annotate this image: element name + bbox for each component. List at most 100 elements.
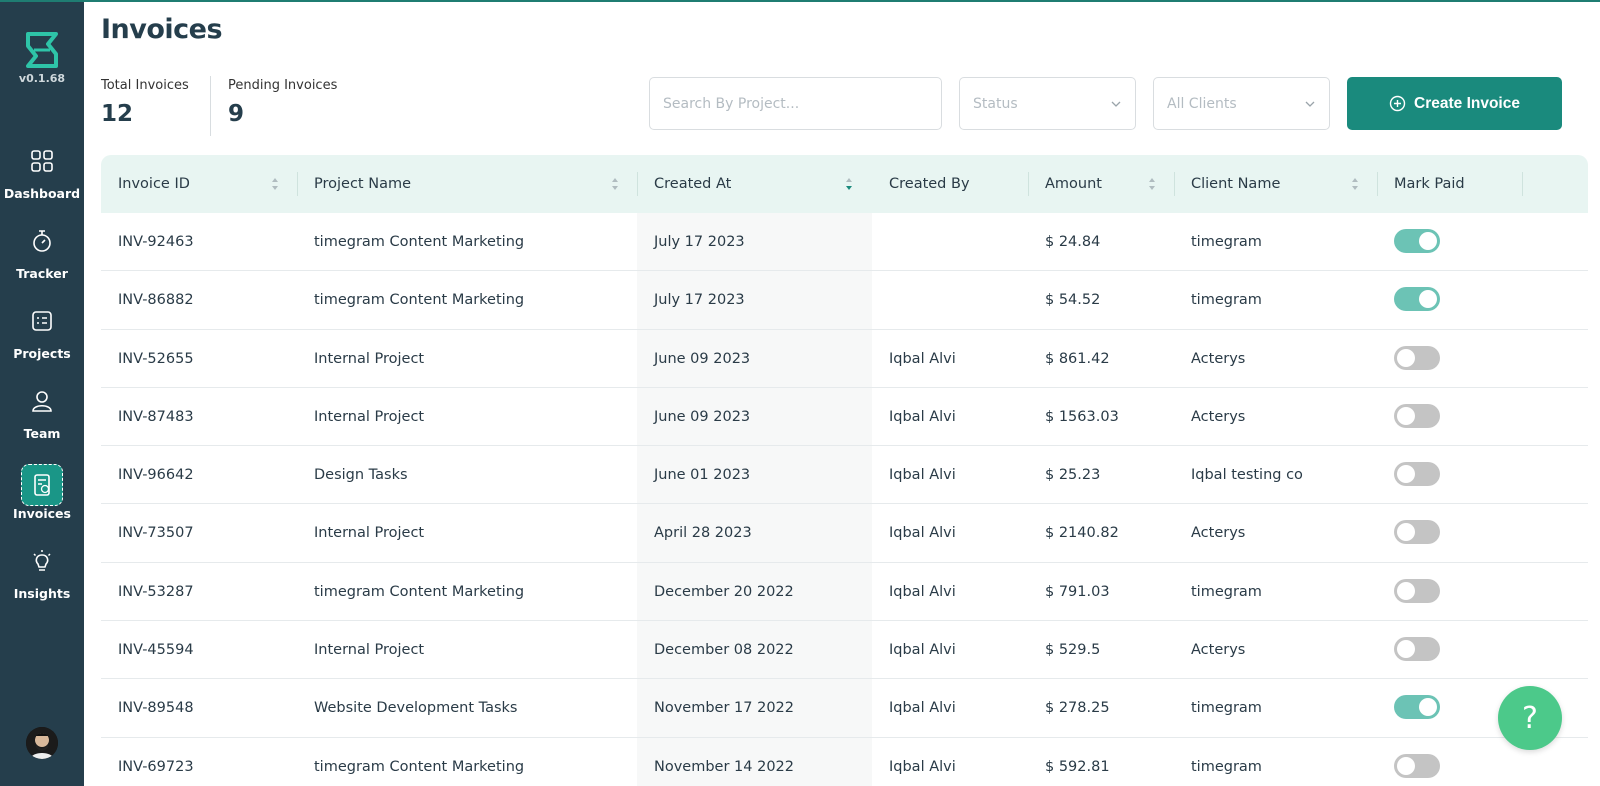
table-row[interactable]: INV-89548 Website Development Tasks Novemb… (101, 679, 1588, 738)
cell-created-by: Iqbal Alvi (889, 583, 956, 600)
invoice-icon (34, 474, 50, 496)
cell-amount: $ 1563.03 (1045, 408, 1119, 425)
nav-dashboard[interactable]: Dashboard (0, 148, 84, 224)
nav-projects-label: Projects (13, 346, 71, 361)
mark-paid-toggle[interactable] (1394, 403, 1440, 428)
mark-paid-toggle[interactable] (1394, 753, 1440, 778)
table-row[interactable]: INV-96642 Design Tasks June 01 2023 Iqbal A… (101, 446, 1588, 505)
col-created-at[interactable]: Created At (637, 155, 731, 213)
cell-amount: $ 24.84 (1045, 234, 1101, 250)
cell-invoice-id: INV-69723 (118, 758, 194, 775)
nav-insights-label: Insights (13, 586, 71, 601)
sort-icon[interactable] (611, 177, 619, 191)
cell-created-at: April 28 2023 (654, 525, 752, 542)
nav-invoices[interactable]: Invoices (0, 464, 84, 544)
user-icon (32, 391, 52, 412)
cell-project-name: Design Tasks (314, 467, 408, 484)
cell-invoice-id: INV-87483 (118, 408, 194, 425)
cell-created-at: July 17 2023 (654, 234, 745, 250)
col-amount[interactable]: Amount (1028, 155, 1102, 213)
nav-invoices-label: Invoices (13, 506, 71, 521)
cell-project-name: Internal Project (314, 642, 425, 659)
mark-paid-toggle[interactable] (1394, 695, 1440, 720)
table-row[interactable]: INV-52655 Internal Project June 09 2023 Iqb… (101, 330, 1588, 388)
table-row[interactable]: INV-87483 Internal Project June 09 2023 Iqb… (101, 388, 1588, 447)
clients-select[interactable]: All Clients (1153, 77, 1330, 130)
cell-created-at: June 09 2023 (654, 408, 751, 425)
cell-project-name: Internal Project (314, 408, 425, 425)
chevron-down-icon (1111, 101, 1121, 107)
nav-team-label: Team (23, 426, 61, 441)
cell-created-at: December 20 2022 (654, 583, 794, 600)
sort-icon[interactable] (1148, 177, 1156, 191)
toggle-knob (1419, 232, 1437, 250)
nav-insights[interactable]: Insights (0, 548, 84, 624)
invoices-table: Invoice ID Project Name Created At Creat… (101, 155, 1588, 786)
stat-total-invoices: Total Invoices 12 (101, 78, 189, 127)
cell-project-name: timegram Content Marketing (314, 583, 525, 600)
status-select-value: Status (973, 95, 1018, 112)
avatar-image (26, 727, 58, 759)
cell-client-name: timegram (1191, 292, 1262, 309)
nav-team[interactable]: Team (0, 388, 84, 464)
table-row[interactable]: INV-53287 timegram Content Marketing Decem… (101, 563, 1588, 622)
cell-amount: $ 791.03 (1045, 583, 1110, 600)
nav-tracker[interactable]: Tracker (0, 228, 84, 304)
cell-created-by: Iqbal Alvi (889, 467, 956, 484)
cell-project-name: Website Development Tasks (314, 700, 518, 717)
mark-paid-toggle[interactable] (1394, 520, 1440, 545)
create-invoice-button[interactable]: Create Invoice (1347, 77, 1562, 130)
status-select[interactable]: Status (959, 77, 1136, 130)
toggle-knob (1397, 406, 1415, 425)
table-row[interactable]: INV-69723 timegram Content Marketing Novem… (101, 738, 1588, 786)
help-button[interactable]: ? (1498, 686, 1562, 750)
chevron-down-icon (1305, 101, 1315, 107)
toggle-knob (1397, 348, 1415, 367)
nav-tracker-label: Tracker (16, 266, 68, 281)
col-invoice-id[interactable]: Invoice ID (101, 155, 190, 213)
table-row[interactable]: INV-73507 Internal Project April 28 2023 Iq… (101, 504, 1588, 563)
cell-invoice-id: INV-89548 (118, 700, 194, 717)
stat-pending-value: 9 (228, 101, 245, 127)
table-row[interactable]: INV-86882 timegram Content Marketing July … (101, 271, 1588, 330)
cell-amount: $ 529.5 (1045, 642, 1101, 659)
stat-pending-label: Pending Invoices (228, 78, 338, 93)
mark-paid-toggle[interactable] (1394, 637, 1440, 662)
nav-projects[interactable]: Projects (0, 308, 84, 384)
mark-paid-toggle[interactable] (1394, 462, 1440, 487)
cell-created-at: July 17 2023 (654, 292, 745, 309)
search-input[interactable] (649, 77, 942, 130)
cell-invoice-id: INV-52655 (118, 350, 194, 367)
cell-invoice-id: INV-73507 (118, 525, 194, 542)
cell-created-by: Iqbal Alvi (889, 642, 956, 659)
app-logo-icon[interactable] (22, 30, 62, 70)
table-row[interactable]: INV-45594 Internal Project December 08 202… (101, 621, 1588, 680)
cell-created-at: June 09 2023 (654, 350, 751, 367)
toggle-knob (1397, 581, 1415, 600)
cell-invoice-id: INV-96642 (118, 467, 194, 484)
toggle-knob (1397, 640, 1415, 659)
stat-total-label: Total Invoices (101, 78, 189, 93)
mark-paid-toggle[interactable] (1394, 229, 1440, 253)
sort-icon[interactable] (271, 177, 279, 191)
mark-paid-toggle[interactable] (1394, 345, 1440, 370)
cell-created-at: November 17 2022 (654, 700, 795, 717)
sort-desc-icon[interactable] (845, 177, 853, 191)
table-row[interactable]: INV-92463 timegram Content Marketing July … (101, 213, 1588, 272)
col-client-name[interactable]: Client Name (1174, 155, 1280, 213)
mark-paid-toggle[interactable] (1394, 287, 1440, 312)
cell-invoice-id: INV-86882 (118, 292, 194, 309)
toggle-knob (1419, 698, 1437, 717)
cell-client-name: Acterys (1191, 350, 1246, 367)
table-header: Invoice ID Project Name Created At Creat… (101, 155, 1588, 213)
col-project-name[interactable]: Project Name (297, 155, 411, 213)
mark-paid-toggle[interactable] (1394, 578, 1440, 603)
cell-created-by (872, 271, 889, 329)
cell-created-by: Iqbal Alvi (889, 700, 956, 717)
cell-client-name: timegram (1191, 700, 1262, 717)
column-separator (1522, 172, 1523, 196)
user-avatar[interactable] (26, 727, 58, 759)
cell-amount: $ 54.52 (1045, 292, 1101, 309)
sort-icon[interactable] (1351, 177, 1359, 191)
cell-invoice-id: INV-45594 (118, 642, 194, 659)
